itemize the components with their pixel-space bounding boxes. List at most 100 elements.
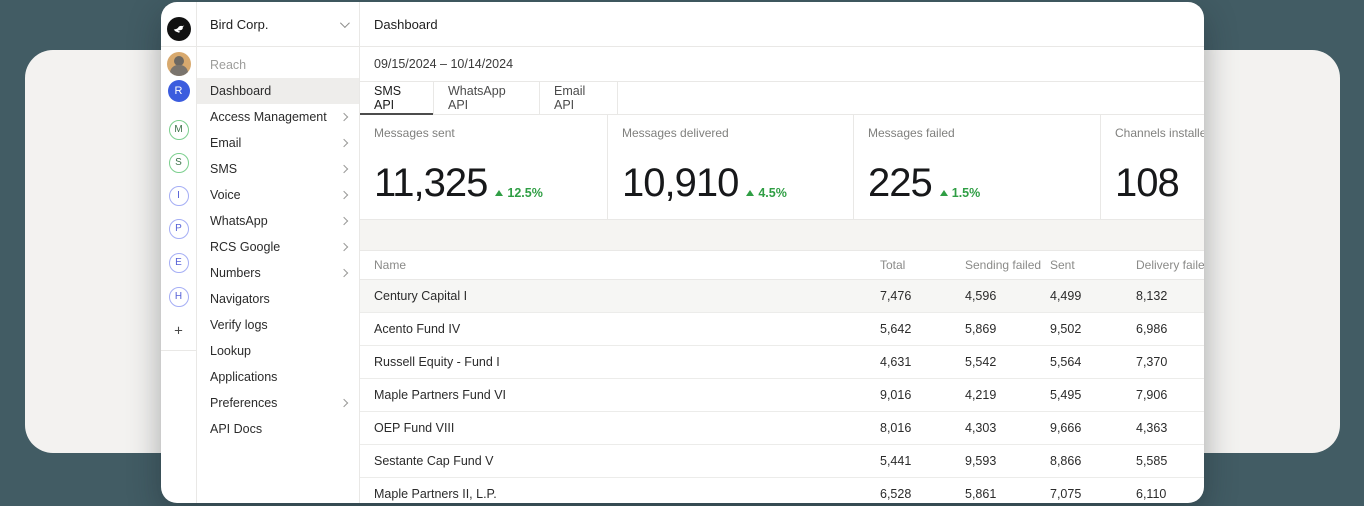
column-header[interactable]: Name [360,258,880,272]
sidebar-item-reach[interactable]: Reach [197,52,359,78]
tab-email-api[interactable]: Email API [540,82,618,114]
user-avatar [167,52,191,76]
user-avatar-icon[interactable] [167,52,191,76]
stat-delta-value: 12.5% [507,186,542,200]
column-header[interactable]: Sending failed [965,258,1050,272]
page-title: Dashboard [374,17,438,32]
table-header-row: NameTotalSending failedSentDelivery fail… [360,251,1204,280]
sidebar-item-email[interactable]: Email [197,130,359,156]
workspace-switcher[interactable]: Bird Corp. [197,2,359,47]
tab-whatsapp-api[interactable]: WhatsApp API [434,82,540,114]
table-row[interactable]: Russell Equity - Fund I4,6315,5425,5647,… [360,346,1204,379]
table-row[interactable]: Maple Partners Fund VI9,0164,2195,4957,9… [360,379,1204,412]
section-gap [360,220,1204,251]
table-cell: 5,495 [1050,388,1136,402]
stat-value: 10,910 [622,161,738,206]
table-cell: 7,476 [880,289,965,303]
workspace-name: Bird Corp. [210,17,269,32]
workspace-p-badge: P [169,219,189,239]
sidebar-item-label: Email [210,136,241,150]
chevron-down-icon [340,18,350,28]
sidebar-item-numbers[interactable]: Numbers [197,260,359,286]
workspace-i-icon[interactable]: I [169,186,189,206]
table-cell: 4,631 [880,355,965,369]
sidebar-item-navigators[interactable]: Navigators [197,286,359,312]
add-workspace-icon[interactable]: + [174,323,183,340]
workspace-rail: RMSIPEH + [161,2,197,503]
column-header[interactable]: Delivery failed [1136,258,1204,272]
chevron-right-icon [340,165,348,173]
table-cell: 4,219 [965,388,1050,402]
app-window: RMSIPEH+ Bird Corp. ReachDashboardAccess… [161,2,1204,503]
stat-label: Messages delivered [622,126,839,140]
table-cell: 6,110 [1136,487,1204,501]
chevron-right-icon [340,217,348,225]
table-cell: 4,303 [965,421,1050,435]
sidebar-item-api-docs[interactable]: API Docs [197,416,359,442]
table-cell: Acento Fund IV [360,322,880,336]
table-cell: 5,564 [1050,355,1136,369]
sidebar-item-sms[interactable]: SMS [197,156,359,182]
bird-logo-icon[interactable] [167,17,191,41]
table-cell: 9,666 [1050,421,1136,435]
api-tabs: SMS APIWhatsApp APIEmail API [360,82,1204,115]
stat-label: Messages failed [868,126,1086,140]
table-cell: Sestante Cap Fund V [360,454,880,468]
sidebar-menu: Reach DashboardAccess Management Email SMS V… [197,47,359,442]
sidebar-item-whatsapp[interactable]: WhatsApp [197,208,359,234]
plus-icon: + [174,323,183,340]
sidebar-item-applications[interactable]: Applications [197,364,359,390]
sidebar-item-lookup[interactable]: Lookup [197,338,359,364]
chevron-right-icon [340,113,348,121]
date-range-picker[interactable]: 09/15/2024 – 10/14/2024 [374,57,513,71]
tab-sms-api[interactable]: SMS API [360,82,434,114]
table-row[interactable]: Sestante Cap Fund V5,4419,5938,8665,585 [360,445,1204,478]
table-cell: 5,441 [880,454,965,468]
sidebar-item-label: Voice [210,188,241,202]
sidebar-item-preferences[interactable]: Preferences [197,390,359,416]
workspace-p-icon[interactable]: P [169,219,189,239]
column-header[interactable]: Sent [1050,258,1136,272]
column-header[interactable]: Total [880,258,965,272]
table-cell: 9,502 [1050,322,1136,336]
table-row[interactable]: Acento Fund IV5,6425,8699,5026,986 [360,313,1204,346]
sidebar-item-verify-logs[interactable]: Verify logs [197,312,359,338]
workspace-h-badge: H [169,287,189,307]
table-row[interactable]: Maple Partners II, L.P.6,5285,8617,0756,… [360,478,1204,503]
workspace-r-badge: R [168,80,190,102]
table-row[interactable]: Century Capital I7,4764,5964,4998,132 [360,280,1204,313]
stat-channels-installed: Channels installed108 [1100,115,1204,219]
rail-divider-bottom [161,350,196,351]
table-cell: 7,370 [1136,355,1204,369]
workspace-s-icon[interactable]: S [169,153,189,173]
table-cell: 5,542 [965,355,1050,369]
sidebar-item-label: API Docs [210,422,262,436]
table-cell: 4,499 [1050,289,1136,303]
table-cell: Maple Partners Fund VI [360,388,880,402]
table-cell: 5,869 [965,322,1050,336]
workspace-r-icon[interactable]: R [168,80,190,102]
stat-messages-delivered: Messages delivered10,9104.5% [607,115,853,219]
date-range-bar: 09/15/2024 – 10/14/2024 [360,47,1204,82]
table-cell: 5,861 [965,487,1050,501]
workspace-e-icon[interactable]: E [169,253,189,273]
sidebar-item-access-management[interactable]: Access Management [197,104,359,130]
table-cell: 7,075 [1050,487,1136,501]
table-row[interactable]: OEP Fund VIII8,0164,3039,6664,363 [360,412,1204,445]
sidebar-item-label: RCS Google [210,240,280,254]
stat-label: Messages sent [374,126,593,140]
sidebar-item-rcs-google[interactable]: RCS Google [197,234,359,260]
sidebar-item-dashboard[interactable]: Dashboard [197,78,359,104]
workspace-h-icon[interactable]: H [169,287,189,307]
sidebar-item-label: Navigators [210,292,270,306]
sidebar-item-voice[interactable]: Voice [197,182,359,208]
chevron-right-icon [340,399,348,407]
workspace-m-icon[interactable]: M [169,120,189,140]
table-cell: 5,642 [880,322,965,336]
stat-label: Channels installed [1115,126,1190,140]
table-cell: 9,593 [965,454,1050,468]
sidebar-item-label: Reach [210,58,246,72]
table-cell: 4,363 [1136,421,1204,435]
sidebar-item-label: Numbers [210,266,261,280]
page-header: Dashboard [360,2,1204,47]
